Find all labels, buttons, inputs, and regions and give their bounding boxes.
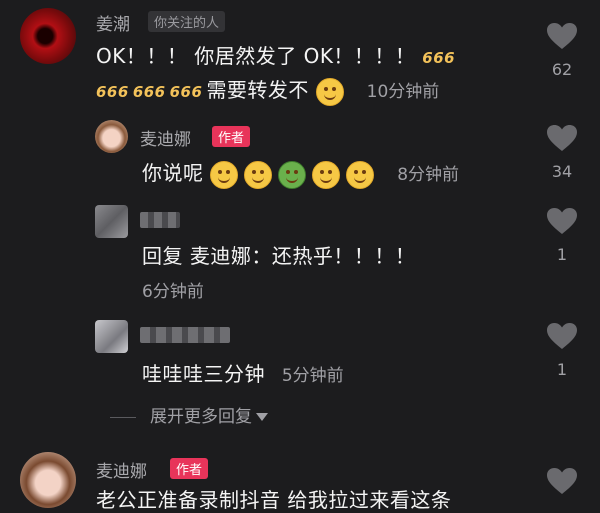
reply-time: 5分钟前 — [281, 366, 344, 386]
author-tag: 作者 — [170, 458, 209, 479]
following-tag: 你关注的人 — [148, 11, 226, 32]
comment-item: 姜潮 你关注的人 OK！！！ 你居然发了 OK！！！！ 666 666 666 66… — [0, 0, 600, 110]
divider — [110, 416, 136, 418]
reply-text: 你说呢 8分钟前 — [142, 157, 459, 189]
emoji-icon — [244, 160, 273, 189]
avatar[interactable] — [95, 320, 128, 353]
blurred-username — [140, 327, 230, 343]
reply-text: 哇哇哇三分钟 5分钟前 — [142, 362, 344, 386]
heart-icon — [547, 468, 577, 494]
like-button[interactable]: 62 — [545, 22, 579, 79]
reply-time: 6分钟前 — [142, 282, 204, 302]
666-emoji-icon: 666 — [132, 83, 166, 101]
like-button[interactable] — [545, 467, 579, 495]
reply-item: 回复 麦迪娜：还热乎！！！！ 6分钟前 1 — [0, 200, 600, 310]
emoji-icon — [210, 160, 239, 189]
666-emoji-icon: 666 — [96, 83, 129, 101]
blurred-username — [140, 212, 180, 228]
comment-text-line2: 666 666 666 需要转发不 10分钟前 — [96, 74, 439, 106]
emoji-icon — [312, 160, 341, 189]
reply-item: 麦迪娜 作者 你说呢 8分钟前 34 — [0, 110, 600, 200]
avatar[interactable] — [20, 8, 76, 64]
comment-username[interactable]: 姜潮 — [96, 10, 130, 35]
like-button[interactable]: 1 — [545, 322, 579, 379]
smile-emoji-icon — [315, 77, 344, 106]
reply-text: 回复 麦迪娜：还热乎！！！！ — [142, 244, 416, 268]
like-count: 34 — [551, 162, 573, 181]
comment-text: OK！！！ 你居然发了 OK！！！！ 666 — [96, 44, 456, 68]
like-count: 1 — [556, 360, 568, 379]
666-emoji-icon: 666 — [169, 83, 203, 101]
author-tag: 作者 — [212, 126, 251, 147]
like-count: 62 — [551, 60, 573, 79]
heart-icon — [547, 125, 577, 151]
emoji-icon — [346, 160, 375, 189]
like-button[interactable]: 34 — [545, 124, 579, 181]
emoji-icon — [278, 160, 307, 189]
avatar[interactable] — [95, 205, 128, 238]
like-button[interactable]: 1 — [545, 207, 579, 264]
avatar[interactable] — [20, 452, 76, 508]
reply-item: 哇哇哇三分钟 5分钟前 1 — [0, 310, 600, 395]
like-count: 1 — [556, 245, 568, 264]
avatar[interactable] — [95, 120, 128, 153]
666-emoji-icon: 666 — [422, 49, 456, 67]
expand-replies-button[interactable]: 展开更多回复 — [110, 402, 268, 427]
reply-username[interactable]: 麦迪娜 — [140, 125, 191, 150]
comment-item: 麦迪娜 作者 老公正准备录制抖音 给我拉过来看这条 — [0, 445, 600, 512]
heart-icon — [547, 323, 577, 349]
reply-time: 8分钟前 — [397, 165, 460, 185]
heart-icon — [547, 208, 577, 234]
comment-username[interactable]: 麦迪娜 — [96, 457, 147, 482]
comment-time: 10分钟前 — [366, 82, 440, 102]
comment-text: 老公正准备录制抖音 给我拉过来看这条 — [96, 488, 452, 512]
chevron-down-icon — [256, 413, 268, 421]
expand-label: 展开更多回复 — [150, 407, 252, 427]
heart-icon — [547, 23, 577, 49]
